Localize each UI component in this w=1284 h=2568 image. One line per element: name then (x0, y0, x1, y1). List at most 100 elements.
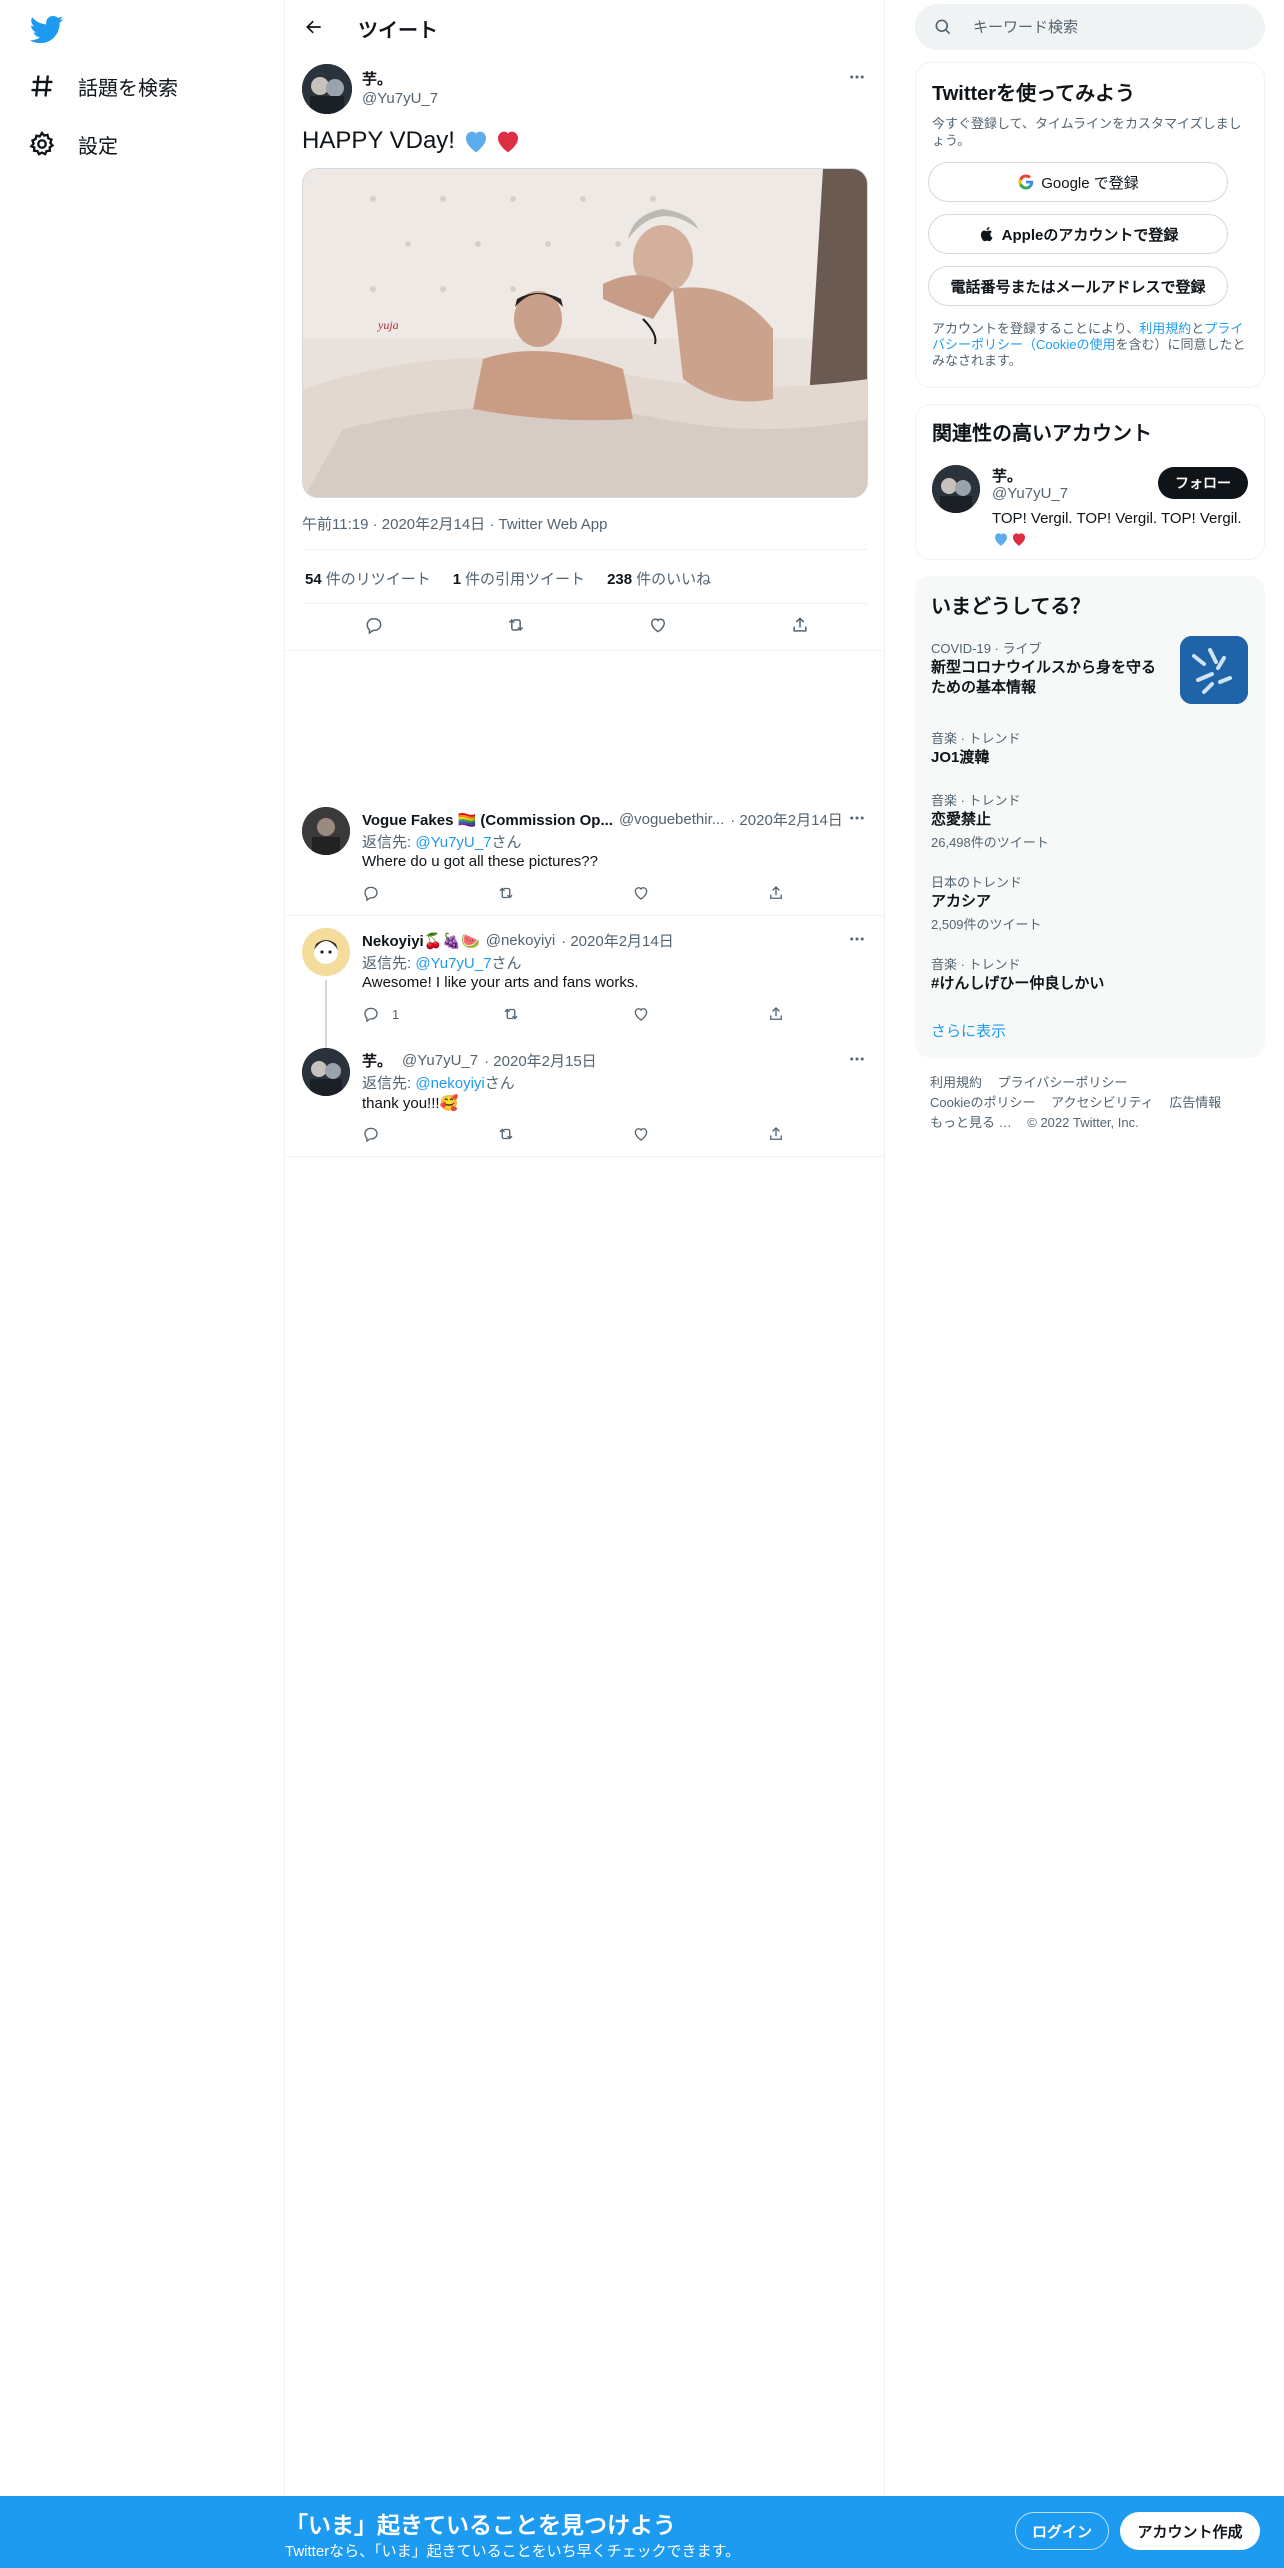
more-icon[interactable] (846, 928, 868, 950)
trend-title: JO1渡韓 (931, 749, 990, 766)
tweet-time[interactable]: 午前11:19 (302, 516, 368, 533)
reply-button[interactable]: 1 (362, 1004, 399, 1024)
retweet-icon[interactable] (502, 1004, 520, 1024)
apple-signup-button[interactable]: Appleのアカウントで登録 (928, 214, 1228, 254)
avatar[interactable] (302, 928, 350, 976)
retweet-label: 件のリツイート (325, 571, 431, 588)
author-handle[interactable]: @Yu7yU_7 (362, 90, 438, 107)
signup-subtitle: 今すぐ登録して、タイムラインをカスタマイズしましょう。 (932, 116, 1242, 148)
retweet-icon[interactable] (497, 883, 515, 903)
show-more-link[interactable]: さらに表示 (931, 1020, 1006, 1041)
gear-icon (28, 130, 78, 158)
like-count: 238 (607, 571, 633, 588)
divider (302, 603, 868, 604)
footer-link-more[interactable]: もっと見る … (930, 1115, 1012, 1130)
reply-to-suffix: さん (491, 955, 522, 972)
more-icon[interactable] (846, 66, 868, 88)
quote-count-link[interactable]: 1 件の引用ツイート (453, 568, 585, 589)
reply-actions (362, 883, 782, 907)
divider (285, 650, 885, 651)
author-name[interactable]: 芋。 (362, 68, 392, 89)
trend-context: COVID-19 · ライブ (931, 641, 1042, 656)
sidebar-item-settings[interactable]: 設定 (28, 118, 118, 170)
arrow-left-icon[interactable] (299, 12, 329, 42)
share-icon[interactable] (767, 1004, 785, 1024)
reply-author-handle[interactable]: @Yu7yU_7 (402, 1052, 478, 1069)
share-icon[interactable] (767, 1124, 785, 1144)
tweet-source[interactable]: Twitter Web App (499, 516, 608, 533)
reply-to-link[interactable]: @nekoyiyi (415, 1075, 484, 1092)
google-signup-button[interactable]: Google で登録 (928, 162, 1228, 202)
tweet-date[interactable]: 2020年2月14日 (382, 516, 485, 533)
share-icon[interactable] (788, 613, 812, 637)
related-name[interactable]: 芋。 (992, 465, 1022, 486)
reply-author-name[interactable]: Vogue Fakes 🏳️‍🌈 (Commission Op... (362, 811, 613, 829)
google-icon (1017, 173, 1041, 191)
reply-text: thank you!!!🥰 (362, 1095, 459, 1112)
reply-date[interactable]: · 2020年2月14日 (561, 930, 674, 951)
trend-item[interactable]: 音楽 · トレンド JO1渡韓 (915, 728, 1265, 778)
trend-item[interactable]: 音楽 · トレンド #けんしげひー仲良しかい (915, 954, 1265, 998)
share-icon[interactable] (767, 883, 785, 903)
retweet-icon[interactable] (497, 1124, 515, 1144)
footer-link-accessibility[interactable]: アクセシビリティ (1051, 1095, 1154, 1110)
tweet-image[interactable]: yuja (302, 168, 868, 498)
reply-icon (362, 1005, 380, 1023)
reply-author-handle[interactable]: @nekoyiyi (486, 932, 555, 949)
reply-tweet[interactable]: Vogue Fakes 🏳️‍🌈 (Commission Op... @vogu… (285, 795, 885, 915)
reply-date[interactable]: · 2020年2月15日 (484, 1050, 597, 1071)
trend-title: 新型コロナウイルスから身を守るための基本情報 (931, 659, 1157, 696)
trends-card: いまどうしてる？ COVID-19 · ライブ 新型コロナウイルスから身を守るた… (915, 576, 1265, 1058)
avatar[interactable] (302, 1048, 350, 1096)
retweet-count: 54 (305, 571, 322, 588)
reply-icon[interactable] (362, 613, 386, 637)
like-icon[interactable] (646, 613, 670, 637)
reply-author-name[interactable]: Nekoyiyi🍒🍇🍉 (362, 932, 480, 950)
retweet-count-link[interactable]: 54 件のリツイート (305, 568, 431, 589)
retweet-icon[interactable] (504, 613, 528, 637)
trend-item[interactable]: 音楽 · トレンド 恋愛禁止 26,498件のツイート (915, 790, 1265, 852)
reply-header: 芋。 @Yu7yU_7 · 2020年2月15日 (362, 1050, 597, 1071)
related-bio: TOP! Vergil. TOP! Vergil. TOP! Vergil. (992, 509, 1254, 549)
trend-context: 音楽 · トレンド (931, 731, 1021, 746)
like-icon[interactable] (632, 1004, 650, 1024)
footer-link-cookies[interactable]: Cookieのポリシー (930, 1095, 1035, 1110)
login-button[interactable]: ログイン (1015, 2512, 1109, 2550)
avatar[interactable] (302, 64, 352, 114)
like-icon[interactable] (632, 883, 650, 903)
terms-link[interactable]: 利用規約 (1139, 321, 1191, 336)
phone-email-signup-button[interactable]: 電話番号またはメールアドレスで登録 (928, 266, 1228, 306)
footer-link-privacy[interactable]: プライバシーポリシー (998, 1075, 1128, 1090)
more-icon[interactable] (846, 807, 868, 829)
like-icon[interactable] (632, 1124, 650, 1144)
reply-author-name[interactable]: 芋。 (362, 1050, 392, 1071)
footer-link-ads[interactable]: 広告情報 (1169, 1095, 1221, 1110)
tweet-body: HAPPY VDay! (302, 127, 455, 154)
reply-tweet[interactable]: 芋。 @Yu7yU_7 · 2020年2月15日 返信先: @nekoyiyiさ… (285, 1036, 885, 1156)
more-icon[interactable] (846, 1048, 868, 1070)
trend-item[interactable]: 日本のトレンド アカシア 2,509件のツイート (915, 872, 1265, 934)
avatar[interactable] (302, 807, 350, 855)
footer-link-terms[interactable]: 利用規約 (930, 1075, 982, 1090)
reply-icon[interactable] (362, 1124, 380, 1144)
search-bar[interactable] (915, 4, 1265, 50)
twitter-bird-icon[interactable] (30, 12, 64, 46)
signup-button[interactable]: アカウント作成 (1120, 2512, 1260, 2550)
reply-to-link[interactable]: @Yu7yU_7 (415, 955, 491, 972)
reply-tweet[interactable]: Nekoyiyi🍒🍇🍉 @nekoyiyi · 2020年2月14日 返信先: … (285, 916, 885, 1050)
reply-to-link[interactable]: @Yu7yU_7 (415, 834, 491, 851)
reply-to-prefix: 返信先: (362, 955, 416, 972)
trend-thumbnail[interactable] (1180, 636, 1248, 704)
page-title: ツイート (358, 20, 438, 42)
reply-icon[interactable] (362, 883, 380, 903)
like-count-link[interactable]: 238 件のいいね (607, 568, 711, 589)
avatar[interactable] (932, 465, 980, 513)
phone-email-signup-label: 電話番号またはメールアドレスで登録 (950, 278, 1206, 296)
reply-author-handle[interactable]: @voguebethir... (619, 811, 724, 828)
search-input[interactable] (973, 18, 1253, 36)
reply-date[interactable]: · 2020年2月14日 (730, 809, 843, 830)
related-handle[interactable]: @Yu7yU_7 (992, 485, 1068, 502)
follow-button[interactable]: フォロー (1158, 467, 1248, 499)
reply-to-line: 返信先: @Yu7yU_7さん (362, 831, 521, 852)
sidebar-item-explore[interactable]: 話題を検索 (28, 60, 178, 112)
